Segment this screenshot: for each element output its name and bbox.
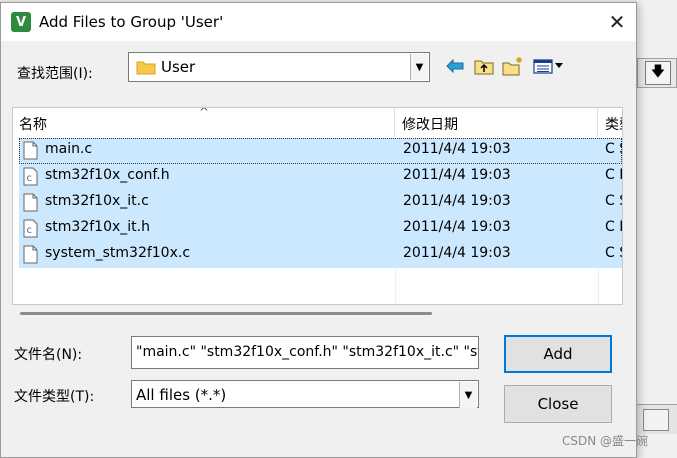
- file-name-label: 文件名(N):: [14, 347, 83, 363]
- back-button[interactable]: [444, 55, 466, 77]
- close-icon[interactable]: ✕: [605, 11, 629, 35]
- chevron-down-icon[interactable]: ▼: [410, 54, 428, 80]
- dialog-title: Add Files to Group 'User': [39, 13, 224, 31]
- file-date: 2011/4/4 19:03: [403, 219, 511, 235]
- background-down-arrow-button[interactable]: 🡇: [645, 61, 671, 85]
- file-name: system_stm32f10x.c: [45, 245, 191, 261]
- c-file-icon: [23, 193, 38, 212]
- look-in-label: 查找范围(I):: [17, 66, 93, 82]
- file-type: C Header: [605, 167, 622, 183]
- svg-text:c: c: [27, 173, 33, 184]
- file-row[interactable]: c stm32f10x_conf.h 2011/4/4 19:03 C Head…: [19, 164, 622, 190]
- svg-text:c: c: [27, 225, 33, 236]
- chevron-down-icon[interactable]: ▼: [459, 382, 477, 408]
- new-folder-icon: [502, 57, 522, 76]
- down-arrow-icon: 🡇: [650, 64, 666, 80]
- up-folder-button[interactable]: [473, 55, 495, 77]
- file-date: 2011/4/4 19:03: [403, 167, 511, 183]
- column-header-date-label: 修改日期: [402, 117, 458, 133]
- background-button[interactable]: [643, 409, 669, 431]
- file-type: C Source: [605, 141, 622, 157]
- watermark-text: CSDN @盛一碗: [562, 434, 649, 448]
- file-name: stm32f10x_it.h: [45, 219, 150, 235]
- file-type-value: All files (*.*): [136, 386, 227, 404]
- file-type-label: 文件类型(T):: [14, 389, 95, 405]
- file-name-input[interactable]: "main.c" "stm32f10x_conf.h" "stm32f10x_i…: [131, 336, 479, 369]
- keil-app-icon: V: [11, 12, 31, 32]
- look-in-combobox[interactable]: User ▼: [128, 52, 430, 82]
- file-list[interactable]: ^ 名称 修改日期 类型 main.c 2011/4/4 19:03 C Sou…: [12, 107, 623, 305]
- horizontal-scrollbar[interactable]: [20, 312, 432, 315]
- file-row[interactable]: stm32f10x_it.c 2011/4/4 19:03 C Source: [19, 190, 622, 216]
- add-files-dialog: V Add Files to Group 'User' ✕ 查找范围(I): U…: [0, 2, 637, 458]
- view-list-icon: [533, 59, 563, 74]
- column-header-type[interactable]: 类型: [599, 108, 622, 138]
- column-header-name[interactable]: 名称: [13, 108, 395, 138]
- column-header-name-label: 名称: [19, 117, 47, 133]
- file-type: C Source: [605, 193, 622, 209]
- new-folder-button[interactable]: [502, 55, 524, 77]
- add-button[interactable]: Add: [504, 335, 612, 373]
- file-type-select[interactable]: All files (*.*) ▼: [131, 380, 479, 408]
- c-file-icon: [23, 245, 38, 264]
- file-row[interactable]: main.c 2011/4/4 19:03 C Source: [19, 138, 622, 164]
- c-file-icon: [23, 141, 38, 160]
- close-button[interactable]: Close: [504, 385, 612, 423]
- file-row[interactable]: c stm32f10x_it.h 2011/4/4 19:03 C Header: [19, 216, 622, 242]
- look-in-value: User: [161, 58, 196, 76]
- file-type: C Source: [605, 245, 622, 261]
- file-date: 2011/4/4 19:03: [403, 245, 511, 261]
- back-arrow-icon: [446, 59, 464, 73]
- column-header-date[interactable]: 修改日期: [396, 108, 598, 138]
- file-date: 2011/4/4 19:03: [403, 141, 511, 157]
- file-name: main.c: [45, 141, 93, 157]
- title-bar: V Add Files to Group 'User' ✕: [1, 3, 636, 41]
- file-row[interactable]: system_stm32f10x.c 2011/4/4 19:03 C Sour…: [19, 242, 622, 268]
- c-header-file-icon: c: [23, 219, 38, 238]
- c-header-file-icon: c: [23, 167, 38, 186]
- file-date: 2011/4/4 19:03: [403, 193, 511, 209]
- up-folder-icon: [474, 60, 494, 75]
- file-type: C Header: [605, 219, 622, 235]
- background-lower-panel: [637, 404, 677, 434]
- column-header-type-label: 类型: [605, 117, 622, 133]
- file-name: stm32f10x_conf.h: [45, 167, 170, 183]
- file-name: stm32f10x_it.c: [45, 193, 149, 209]
- folder-icon: [136, 61, 156, 75]
- view-menu-button[interactable]: [532, 55, 566, 77]
